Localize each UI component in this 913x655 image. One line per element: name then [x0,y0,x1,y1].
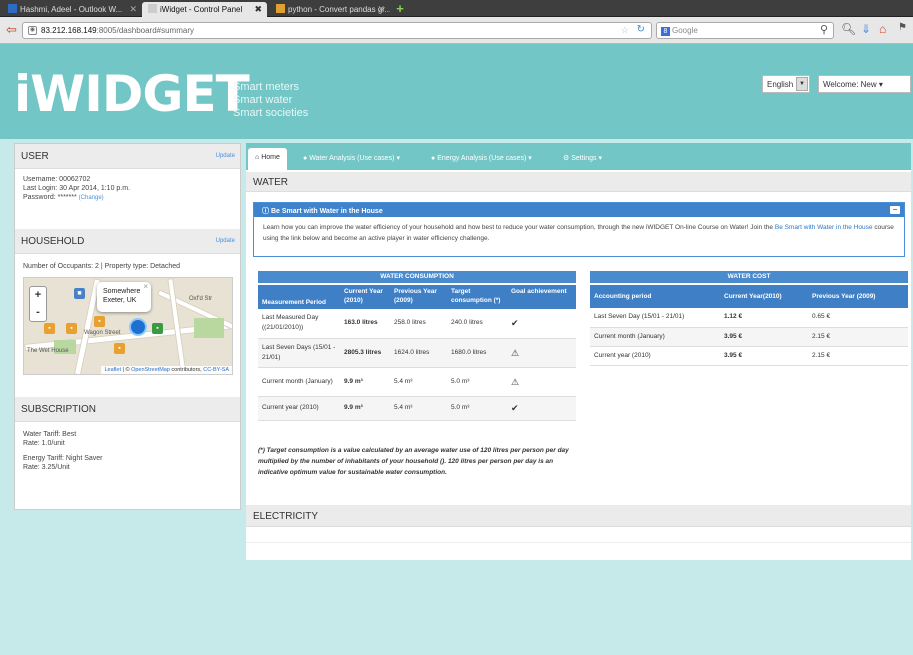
map-attribution: Leaflet | © OpenStreetMap contributors, … [101,366,232,374]
home-icon: ⌂ [255,154,260,161]
map-poi-icon: ■ [74,288,85,299]
close-tab-icon[interactable]: ✕ [377,4,385,15]
household-map[interactable]: Wagon Street The Wet House Oxf'd Str ■ ▪… [23,277,233,375]
browser-tab-outlook[interactable]: Hashmi, Adeel - Outlook W... ✕ [2,2,142,17]
info-icon: ⓘ [262,208,269,215]
tab-water-analysis[interactable]: ● Water Analysis (Use cases) ▾ [296,148,407,170]
url-bar[interactable]: ◉ 83.212.168.149:8005/dashboard#summary … [22,22,652,39]
tab-settings[interactable]: ⚙ Settings ▾ [556,148,609,170]
info-box: ⓘ Be Smart with Water in the House − Lea… [253,202,905,257]
close-tab-icon[interactable]: ✕ [129,4,137,15]
left-sidebar: USER Update Username: 00062702 Last Logi… [14,143,241,510]
tab-energy-analysis[interactable]: ● Energy Analysis (Use cases) ▾ [424,148,539,170]
home-icon[interactable]: ⌂ [879,22,886,36]
electricity-body [246,529,911,543]
chevron-down-icon[interactable]: ▼ [796,77,808,91]
table-row: Last Seven Days (15/01 - 21/01) 2805.3 l… [258,338,576,368]
gear-icon: ⚙ [563,155,570,162]
household-panel-header: HOUSEHOLD Update [15,229,240,254]
reload-icon[interactable]: ↻ [637,24,645,35]
map-popup: × Somewhere Exeter, UK [97,282,151,312]
location-marker-icon[interactable] [129,318,147,336]
browser-nav-bar: ⇦ ◉ 83.212.168.149:8005/dashboard#summar… [0,17,913,44]
table-row: Last Measured Day ((21/01/2010)) 163.0 l… [258,309,576,339]
table-row: Last Seven Day (15/01 - 21/01) 1.12 € 0.… [590,308,908,328]
zoom-out-button[interactable]: - [30,304,46,321]
table-header-row: Accounting period Current Year(2010) Pre… [590,285,908,308]
map-poi-icon: ▪ [114,343,125,354]
stackoverflow-icon [276,4,285,13]
download-icon[interactable]: ⇓ [861,22,871,36]
pin-icon[interactable]: ⚑ [898,22,907,33]
browser-tab-bar: Hashmi, Adeel - Outlook W... ✕ iWidget - … [0,0,913,17]
main-content: ⌂ Home ● Water Analysis (Use cases) ▾ ● … [246,143,911,560]
user-details: Username: 00062702 Last Login: 30 Apr 20… [23,176,131,201]
water-consumption-table: Measurement Period Current Year (2010) P… [258,285,576,421]
browser-tab-python[interactable]: python - Convert pandas gr... ✕ [270,2,390,17]
water-section-header: WATER [246,172,911,192]
browser-tab-iwidget[interactable]: iWidget - Control Panel ✖ [142,2,267,17]
tagline: Smart meters Smart water Smart societies [233,81,309,119]
search-icon[interactable]: ⚲ [820,23,828,36]
map-poi-icon: ▪ [44,323,55,334]
iwidget-logo: iWIDGET [14,65,250,123]
household-info: Number of Occupants: 2 | Property type: … [23,263,181,270]
table-row: Current month (January) 3.95 € 2.15 € [590,327,908,347]
outlook-icon [8,4,17,13]
map-poi-icon: ▪ [66,323,77,334]
warning-icon: ⚠ [507,338,576,368]
search-bar[interactable]: 8 Google ⚲ [656,22,834,39]
water-cost-title: WATER COST [590,271,908,283]
close-popup-icon[interactable]: × [143,282,148,291]
water-drop-icon: ● [303,155,308,162]
site-identity-icon: ◉ [28,26,37,35]
subscription-panel-header: SUBSCRIPTION [15,397,240,422]
page-icon [148,4,157,13]
google-icon: 8 [661,27,670,36]
new-tab-icon[interactable]: + [393,2,407,15]
info-box-text: Learn how you can improve the water effi… [263,224,894,242]
map-poi-icon: ▪ [152,323,163,334]
check-icon: ✔ [507,396,576,421]
bookmark-star-icon[interactable]: ☆ [621,25,629,36]
warning-icon: ⚠ [507,367,576,397]
back-arrow-icon[interactable]: ⇦ [6,23,17,37]
close-tab-icon[interactable]: ✖ [254,4,262,15]
user-menu[interactable]: Welcome: New ▾ [818,75,911,93]
table-row: Current month (January) 9.9 m³ 5.4 m³ 5.… [258,367,576,397]
minimize-icon[interactable]: − [890,206,900,214]
table-row: Current year (2010) 9.9 m³ 5.4 m³ 5.0 m³… [258,396,576,421]
info-box-header: ⓘ Be Smart with Water in the House − [254,203,904,217]
user-panel-header: USER Update [15,144,240,169]
household-update-link[interactable]: Update [216,238,235,244]
target-consumption-note: (*) Target consumption is a value calcul… [258,447,569,476]
main-tabs: ⌂ Home ● Water Analysis (Use cases) ▾ ● … [246,143,911,170]
table-header-row: Measurement Period Current Year (2010) P… [258,285,576,309]
water-consumption-title: WATER CONSUMPTION [258,271,576,283]
check-icon: ✔ [507,309,576,339]
zoom-in-button[interactable]: + [30,287,46,304]
search-magnifier-icon[interactable]: 🔍︎ [841,22,856,36]
table-row: Current year (2010) 3.95 € 2.15 € [590,346,908,366]
site-header: iWIDGET Smart meters Smart water Smart s… [0,44,913,139]
course-link[interactable]: Be Smart with Water in the House [775,224,873,231]
electricity-section-header: ELECTRICITY [246,505,911,527]
water-cost-table: Accounting period Current Year(2010) Pre… [590,285,908,366]
change-password-link[interactable]: (Change) [79,195,104,201]
tab-home[interactable]: ⌂ Home [248,148,287,170]
user-update-link[interactable]: Update [216,153,235,159]
subscription-details: Water Tariff: Best Rate: 1.0/unit Energy… [23,431,103,471]
energy-icon: ● [431,155,436,162]
map-poi-icon: ▪ [94,316,105,327]
map-park [194,318,224,338]
map-zoom-control[interactable]: + - [29,286,47,322]
